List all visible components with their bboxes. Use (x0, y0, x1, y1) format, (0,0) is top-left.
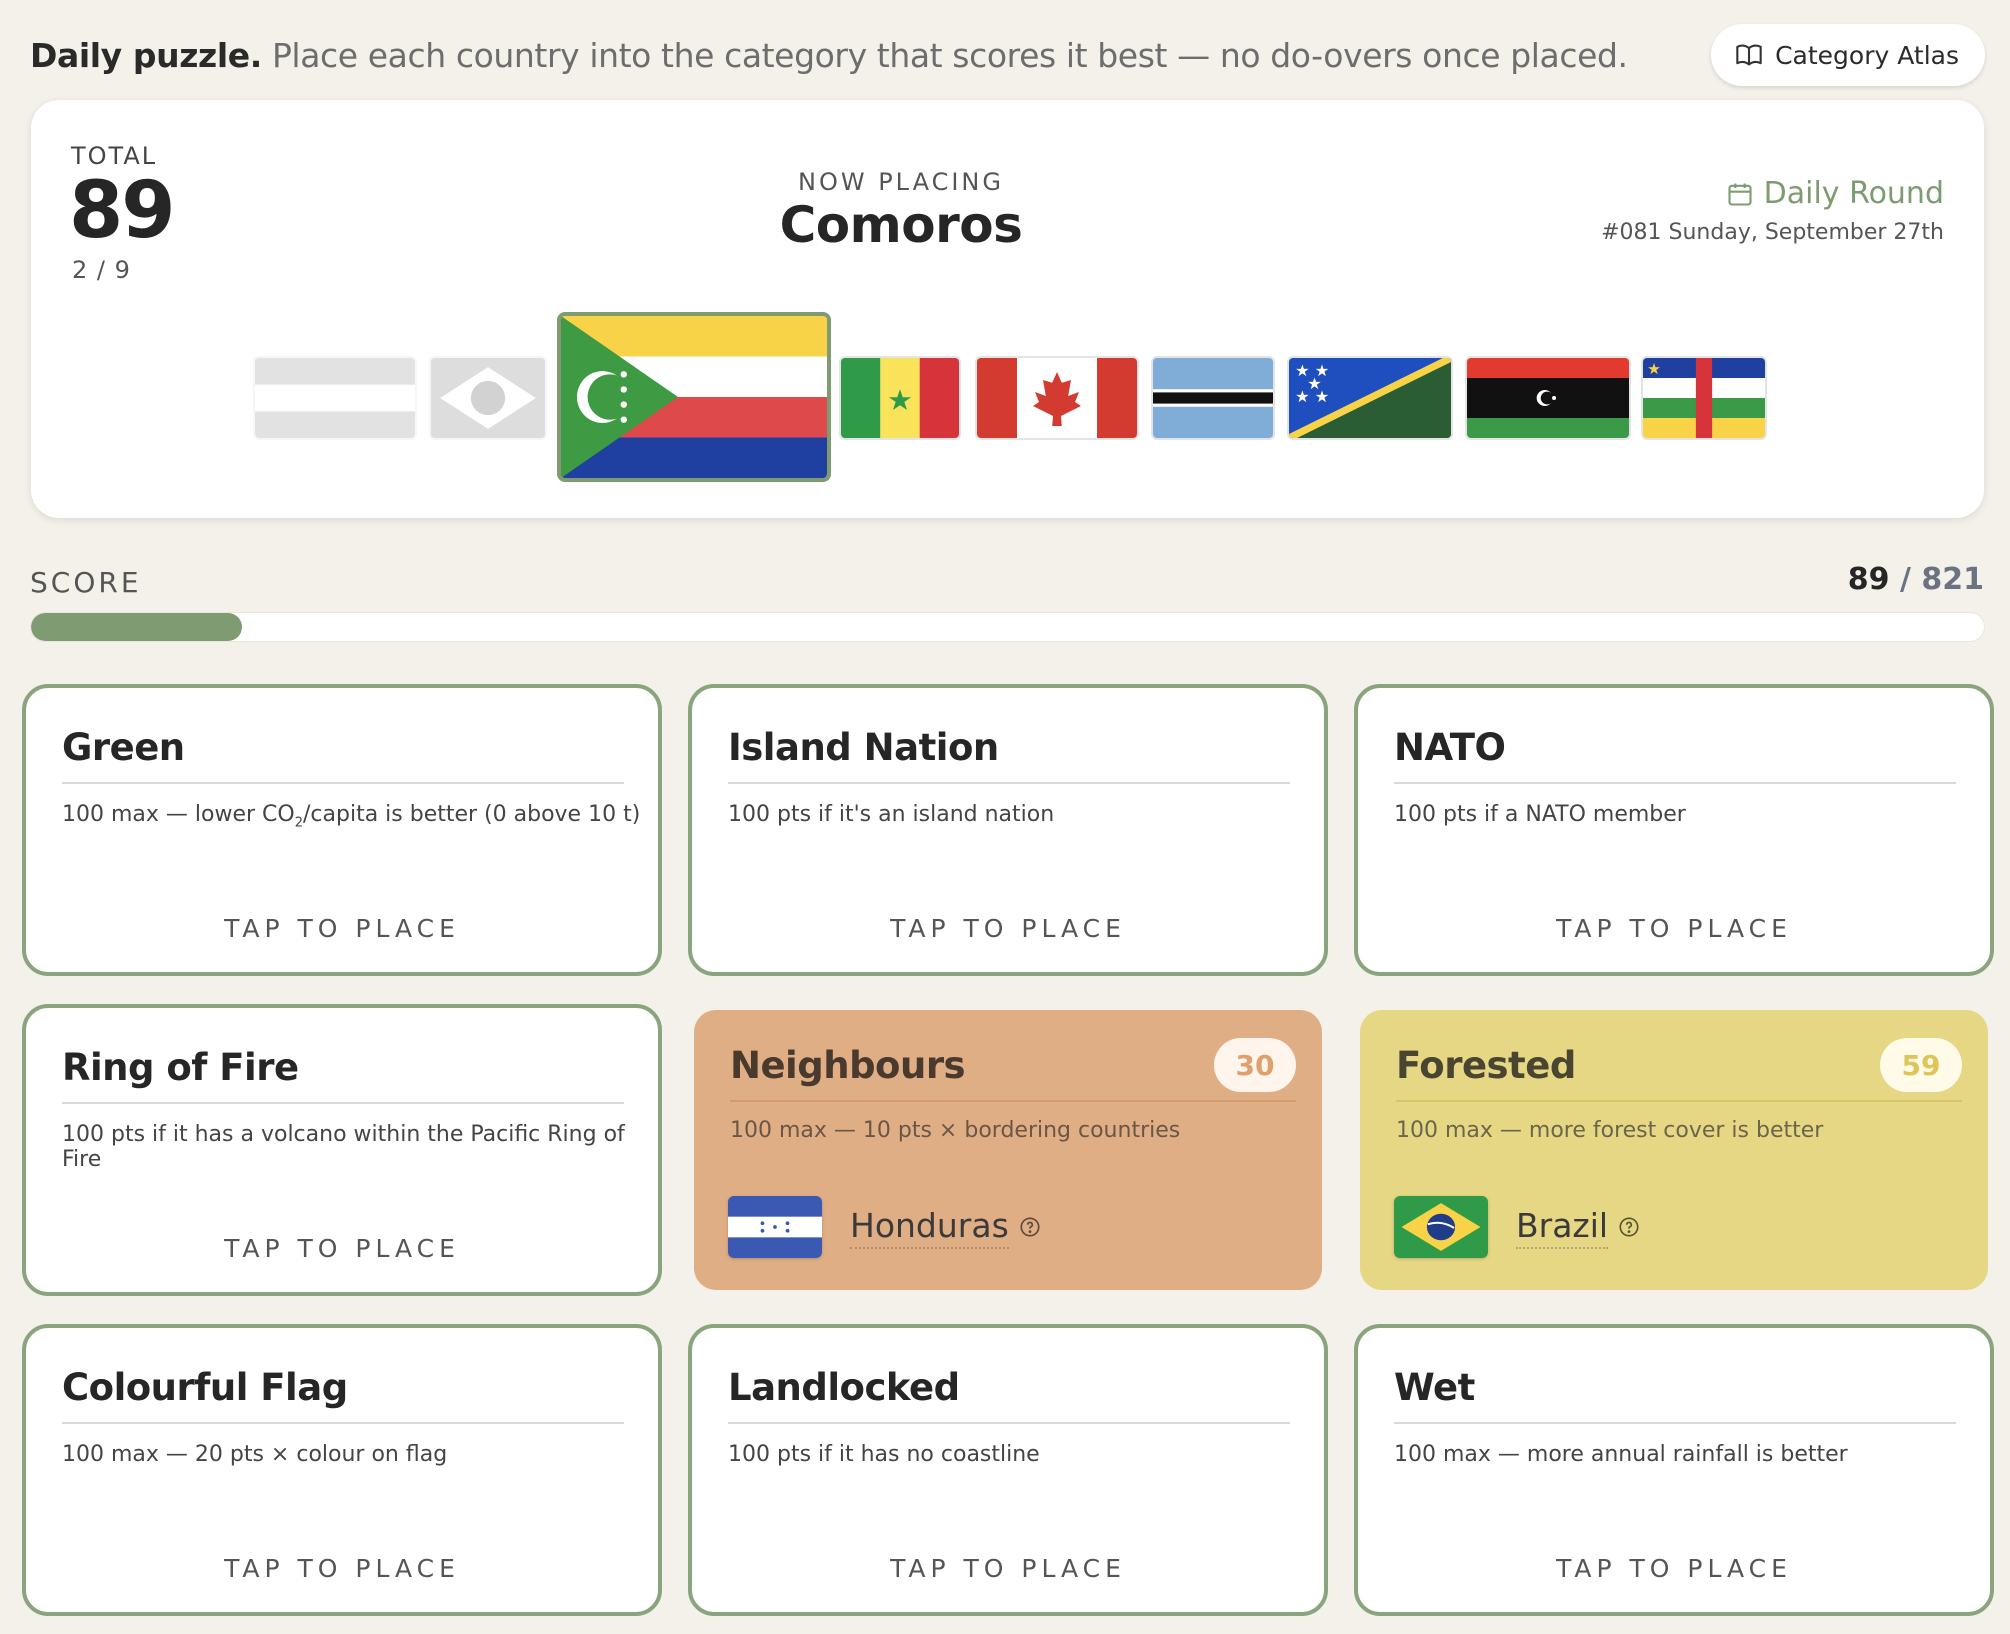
card-divider (62, 1422, 624, 1424)
card-divider (730, 1100, 1296, 1102)
card-divider (62, 1102, 624, 1104)
score-label: SCORE (30, 566, 142, 599)
card-title: Island Nation (728, 726, 999, 769)
card-description-sub: 2 (294, 815, 303, 831)
card-title: Colourful Flag (62, 1366, 348, 1409)
category-card-neighbours: Neighbours 100 max — 10 pts × bordering … (694, 1010, 1322, 1290)
country-queue: ★ ★ ★ ★ ★ ★ (31, 100, 1984, 518)
category-score-badge: 30 (1214, 1038, 1296, 1092)
card-divider (1394, 782, 1956, 784)
score-value: 89 / 821 (1848, 562, 1984, 597)
queue-flag-libya (1465, 356, 1631, 440)
card-title: Ring of Fire (62, 1046, 299, 1089)
card-description: 100 max — more forest cover is better (1396, 1118, 1824, 1143)
card-description: 100 max — 10 pts × bordering countries (730, 1118, 1181, 1143)
queue-flag-central-african-republic: ★ (1641, 356, 1767, 440)
score-progress-fill (31, 613, 242, 641)
card-description: 100 pts if a NATO member (1394, 802, 1686, 827)
card-divider (1394, 1422, 1956, 1424)
card-title: Green (62, 726, 185, 769)
queue-flag-solomon-islands: ★ ★ ★ ★ ★ (1287, 356, 1453, 440)
card-description-pre: 100 max — lower CO (62, 802, 295, 827)
score-max: 821 (1921, 562, 1984, 597)
queue-flag-comoros-current (557, 312, 831, 482)
brazil-flag (1394, 1196, 1488, 1258)
category-atlas-button[interactable]: Category Atlas (1711, 24, 1985, 86)
category-card-forested: Forested 100 max — more forest cover is … (1360, 1010, 1988, 1290)
queue-flag-brazil (429, 356, 547, 440)
card-description: 100 max — more annual rainfall is better (1394, 1442, 1848, 1467)
book-icon (1736, 44, 1762, 66)
placed-country-name[interactable]: Honduras (850, 1206, 1009, 1249)
card-divider (728, 782, 1290, 784)
placed-country: Brazil (1394, 1196, 1640, 1258)
queue-flag-senegal (839, 356, 961, 440)
placed-country-name[interactable]: Brazil (1516, 1206, 1609, 1249)
placed-country: Honduras (728, 1196, 1041, 1258)
status-panel: TOTAL 89 2 / 9 NOW PLACING Comoros Daily… (31, 100, 1984, 518)
queue-flag-honduras (253, 356, 417, 440)
tap-to-place-label: TAP TO PLACE (890, 914, 1126, 943)
category-card-nato[interactable]: NATO 100 pts if a NATO member TAP TO PLA… (1354, 684, 1994, 976)
category-card-colourful-flag[interactable]: Colourful Flag 100 max — 20 pts × colour… (22, 1324, 662, 1616)
card-description: 100 max — 20 pts × colour on flag (62, 1442, 448, 1467)
card-description-post: /capita is better (0 above 10 t) (303, 802, 641, 827)
card-description: 100 pts if it has no coastline (728, 1442, 1040, 1467)
svg-text:★ ★: ★ ★ (1295, 387, 1329, 406)
instructions: Daily puzzle. Place each country into th… (30, 36, 1628, 75)
card-divider (62, 782, 624, 784)
tap-to-place-label: TAP TO PLACE (224, 1554, 460, 1583)
card-title: Neighbours (730, 1044, 966, 1087)
tap-to-place-label: TAP TO PLACE (224, 914, 460, 943)
help-icon[interactable] (1019, 1216, 1041, 1238)
score-current: 89 (1847, 562, 1890, 597)
category-card-green[interactable]: Green 100 max — lower CO2/capita is bett… (22, 684, 662, 976)
card-description: 100 pts if it's an island nation (728, 802, 1055, 827)
card-title: Forested (1396, 1044, 1576, 1087)
category-score-badge: 59 (1880, 1038, 1962, 1092)
tap-to-place-label: TAP TO PLACE (1556, 914, 1792, 943)
category-card-ring-of-fire[interactable]: Ring of Fire 100 pts if it has a volcano… (22, 1004, 662, 1296)
category-card-island-nation[interactable]: Island Nation 100 pts if it's an island … (688, 684, 1328, 976)
card-description: 100 pts if it has a volcano within the P… (62, 1122, 625, 1172)
category-atlas-label: Category Atlas (1775, 40, 1959, 70)
help-icon[interactable] (1618, 1216, 1640, 1238)
instructions-text: Place each country into the category tha… (271, 35, 1628, 75)
tap-to-place-label: TAP TO PLACE (890, 1554, 1126, 1583)
tap-to-place-label: TAP TO PLACE (1556, 1554, 1792, 1583)
queue-flag-botswana (1151, 356, 1275, 440)
card-divider (728, 1422, 1290, 1424)
svg-text:★: ★ (1647, 360, 1661, 378)
queue-flag-canada (975, 356, 1139, 440)
category-card-wet[interactable]: Wet 100 max — more annual rainfall is be… (1354, 1324, 1994, 1616)
score-separator: / (1889, 562, 1922, 597)
card-title: NATO (1394, 726, 1506, 769)
card-title: Wet (1394, 1366, 1475, 1409)
score-progress-bar (30, 612, 1985, 642)
card-description: 100 max — lower CO2/capita is better (0 … (62, 802, 640, 830)
instructions-bold: Daily puzzle. (30, 35, 262, 75)
top-bar: Daily puzzle. Place each country into th… (30, 22, 1985, 88)
card-divider (1396, 1100, 1962, 1102)
category-card-landlocked[interactable]: Landlocked 100 pts if it has no coastlin… (688, 1324, 1328, 1616)
honduras-flag (728, 1196, 822, 1258)
card-title: Landlocked (728, 1366, 960, 1409)
tap-to-place-label: TAP TO PLACE (224, 1234, 460, 1263)
